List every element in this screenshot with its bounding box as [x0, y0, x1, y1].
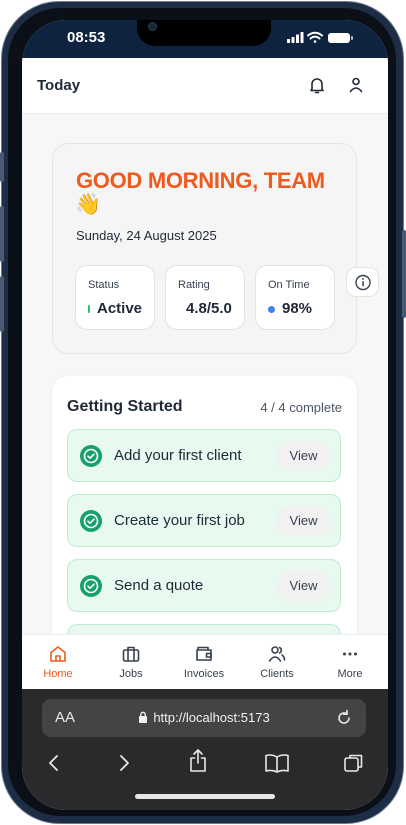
view-button[interactable]: View: [277, 506, 330, 536]
tab-invoices[interactable]: Invoices: [169, 635, 239, 690]
task-label: Send a quote: [114, 577, 204, 594]
stat-label: Status: [88, 279, 120, 291]
user-icon[interactable]: [346, 75, 366, 95]
tab-jobs[interactable]: Jobs: [96, 635, 166, 690]
wallet-icon: [196, 646, 212, 661]
power-button: [402, 230, 406, 318]
url-field[interactable]: http://localhost:5173: [42, 710, 366, 725]
users-icon: [268, 646, 286, 662]
view-button[interactable]: View: [277, 441, 330, 471]
status-time: 08:53: [67, 29, 106, 46]
volume-up-button: [0, 206, 4, 262]
address-bar[interactable]: AA http://localhost:5173: [42, 699, 366, 737]
tab-label: More: [337, 668, 363, 680]
task-label: Create your first job: [114, 512, 245, 529]
stat-label: Rating: [178, 279, 210, 291]
check-circle-icon: [80, 575, 102, 597]
tab-clients[interactable]: Clients: [242, 635, 312, 690]
stat-rating: Rating 4.8/5.0: [165, 265, 245, 330]
getting-started-card: Getting Started 4 / 4 complete Add your …: [52, 376, 357, 656]
tab-label: Home: [43, 668, 73, 680]
greeting-card: GOOD MORNING, TEAM 👋 Sunday, 24 August 2…: [52, 143, 357, 354]
stat-on-time: On Time 98%: [255, 265, 335, 330]
system-icons: [282, 30, 362, 46]
wave-emoji: 👋: [75, 193, 102, 216]
url-text: http://localhost:5173: [153, 710, 270, 725]
bell-icon[interactable]: [307, 75, 327, 95]
camera-dot: [148, 22, 157, 31]
check-circle-icon: [80, 445, 102, 467]
battery-icon: [328, 33, 353, 43]
tab-home[interactable]: Home: [23, 635, 93, 690]
stat-value: 4.8/5.0: [186, 300, 232, 317]
task-label: Add your first client: [114, 447, 242, 464]
on-time-dot: [268, 306, 275, 313]
page-title: Today: [37, 77, 81, 94]
wifi-icon: [307, 31, 323, 43]
tab-more[interactable]: More: [315, 635, 385, 690]
greeting-title: GOOD MORNING, TEAM: [76, 168, 325, 193]
info-button[interactable]: [346, 267, 379, 297]
signal-icon: [287, 32, 304, 43]
info-icon: [355, 274, 371, 291]
home-icon: [50, 646, 66, 662]
view-button[interactable]: View: [277, 571, 330, 601]
check-circle-icon: [80, 510, 102, 532]
tabs-icon[interactable]: [343, 752, 365, 774]
forward-icon[interactable]: [114, 752, 134, 774]
greeting-date: Sunday, 24 August 2025: [76, 228, 217, 243]
bookmarks-icon[interactable]: [264, 752, 290, 774]
share-icon[interactable]: [187, 748, 209, 774]
lock-icon: [139, 711, 148, 723]
stat-value: 98%: [282, 300, 313, 317]
task-item[interactable]: Add your first client View: [67, 429, 341, 482]
volume-down-button: [0, 276, 4, 332]
more-icon: [343, 652, 357, 656]
stat-status: Status Active: [75, 265, 155, 330]
task-item[interactable]: Create your first job View: [67, 494, 341, 547]
stat-value: Active: [97, 300, 143, 317]
app-header: Today: [22, 58, 388, 114]
tab-label: Invoices: [183, 668, 225, 680]
getting-started-title: Getting Started: [67, 398, 183, 415]
dynamic-island: [137, 20, 271, 46]
bottom-tab-bar: Home Jobs Invoices Clients More: [22, 634, 388, 689]
briefcase-icon: [122, 646, 140, 662]
stat-label: On Time: [268, 279, 310, 291]
browser-toolbar: AA http://localhost:5173: [22, 689, 388, 810]
task-item[interactable]: Send a quote View: [67, 559, 341, 612]
getting-started-progress: 4 / 4 complete: [260, 400, 342, 415]
tab-label: Clients: [260, 668, 294, 680]
back-icon[interactable]: [44, 752, 64, 774]
status-indicator: [88, 305, 90, 313]
mute-switch: [0, 152, 4, 182]
reload-icon[interactable]: [334, 708, 354, 728]
tab-label: Jobs: [119, 668, 143, 680]
phone-screen: 08:53 Today GOOD MORNING, TEAM 👋 Sunday,…: [22, 20, 388, 810]
home-indicator: [135, 794, 275, 799]
